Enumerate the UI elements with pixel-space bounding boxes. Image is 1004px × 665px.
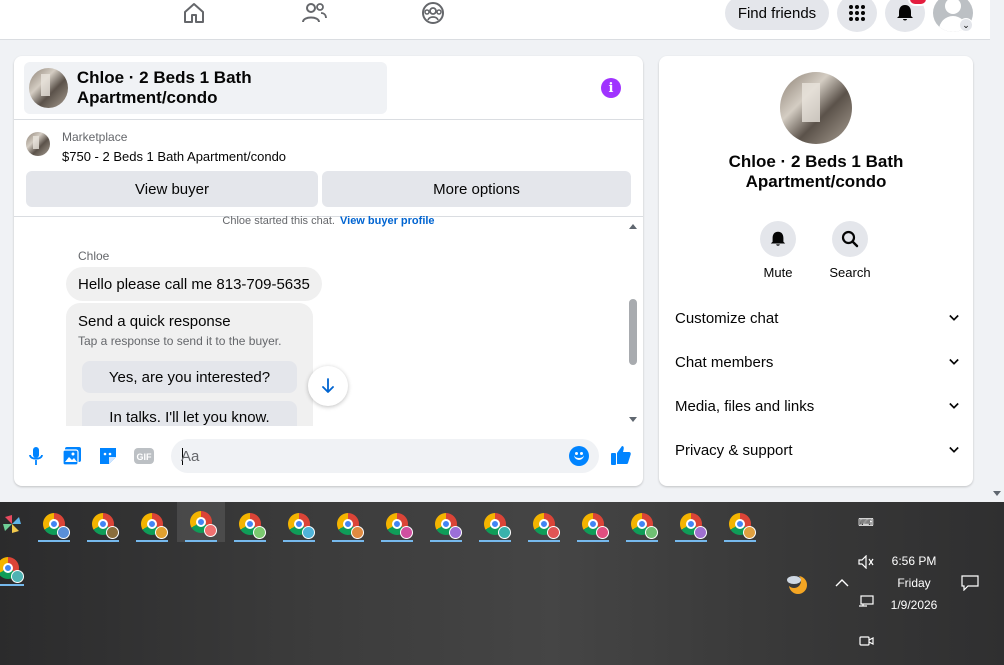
chat-details-panel: Chloe · 2 Beds 1 Bath Apartment/condo Mu…: [659, 56, 973, 486]
listing-source: Marketplace: [62, 130, 128, 144]
search-label: Search: [829, 265, 871, 280]
chevron-down-icon[interactable]: ⌄: [959, 18, 973, 32]
quick-response-option[interactable]: In talks. I'll let you know.: [82, 401, 297, 426]
chrome-icon[interactable]: [475, 506, 515, 542]
chrome-icon[interactable]: [524, 506, 564, 542]
chat-scrollbar[interactable]: [627, 222, 639, 426]
chat-start-text: Chloe started this chat.: [222, 215, 335, 227]
chevron-down-icon: [949, 401, 959, 411]
section-privacy-support[interactable]: Privacy & support: [675, 438, 959, 462]
listing-profile-photo: [780, 72, 852, 144]
notification-center-icon[interactable]: [960, 574, 980, 592]
chevron-down-icon: [949, 357, 959, 367]
message-bubble[interactable]: Hello please call me 813-709-5635: [66, 267, 322, 301]
find-friends-button[interactable]: Find friends: [725, 0, 829, 30]
like-icon[interactable]: [609, 443, 633, 467]
chat-panel: Chloe · 2 Beds 1 Bath Apartment/condo i …: [14, 56, 643, 486]
message-input-container: [171, 439, 599, 473]
chrome-icon[interactable]: [83, 506, 123, 542]
pinwheel-app-icon[interactable]: [0, 506, 32, 542]
chevron-up-icon[interactable]: [832, 574, 852, 592]
network-icon[interactable]: [856, 594, 876, 610]
arrow-down-icon: [322, 378, 334, 393]
groups-icon[interactable]: [419, 0, 447, 26]
chrome-icon[interactable]: [671, 506, 711, 542]
message-input[interactable]: [181, 439, 551, 473]
search-icon: [832, 221, 868, 257]
clock-time[interactable]: 6:56 PM: [880, 554, 948, 568]
listing-title[interactable]: $750 - 2 Beds 1 Bath Apartment/condo: [62, 149, 286, 164]
chrome-icon[interactable]: [328, 506, 368, 542]
chrome-icon[interactable]: [573, 506, 613, 542]
notification-badge: [908, 0, 928, 6]
section-label: Media, files and links: [675, 397, 815, 415]
emoji-icon[interactable]: [569, 446, 589, 466]
chat-header: Chloe · 2 Beds 1 Bath Apartment/condo i: [14, 56, 643, 120]
view-buyer-profile-link[interactable]: View buyer profile: [340, 215, 435, 227]
chevron-down-icon: [949, 313, 959, 323]
section-label: Customize chat: [675, 309, 779, 327]
volume-muted-icon[interactable]: [856, 554, 876, 570]
view-buyer-button[interactable]: View buyer: [26, 171, 318, 207]
microphone-icon[interactable]: [25, 445, 47, 467]
scroll-to-bottom-button[interactable]: [308, 366, 348, 406]
info-icon[interactable]: i: [601, 78, 621, 98]
bell-icon: [760, 221, 796, 257]
sender-name: Chloe: [78, 249, 110, 263]
sticker-icon[interactable]: [97, 445, 119, 467]
chat-start-notice: Chloe started this chat. View buyer prof…: [14, 215, 643, 227]
chrome-icon[interactable]: [426, 506, 466, 542]
chrome-icon[interactable]: [279, 506, 319, 542]
listing-photo: [29, 68, 68, 108]
menu-grid-icon[interactable]: [837, 0, 877, 32]
chrome-icon[interactable]: [377, 506, 417, 542]
section-label: Chat members: [675, 353, 774, 371]
chrome-icon[interactable]: [132, 506, 172, 542]
section-customize-chat[interactable]: Customize chat: [675, 306, 959, 330]
more-options-button[interactable]: More options: [322, 171, 631, 207]
keyboard-status-icon[interactable]: ⌨: [856, 514, 876, 530]
section-chat-members[interactable]: Chat members: [675, 350, 959, 374]
mute-button[interactable]: Mute: [748, 221, 808, 280]
chrome-icon[interactable]: [230, 506, 270, 542]
message-list: Chloe Hello please call me 813-709-5635 …: [14, 231, 643, 426]
weather-icon[interactable]: [784, 572, 810, 596]
meet-now-icon[interactable]: [856, 632, 876, 650]
clock-day[interactable]: Friday: [880, 576, 948, 590]
quick-response-card: Send a quick response Tap a response to …: [66, 303, 313, 426]
section-media-files-links[interactable]: Media, files and links: [675, 394, 959, 418]
chrome-icon[interactable]: [0, 550, 28, 586]
quick-response-title: Send a quick response: [78, 313, 231, 330]
marketplace-listing: Marketplace $750 - 2 Beds 1 Bath Apartme…: [14, 121, 643, 217]
chrome-icon[interactable]: [622, 506, 662, 542]
details-title: Chloe · 2 Beds 1 Bath Apartment/condo: [728, 152, 904, 191]
chat-title: Chloe · 2 Beds 1 Bath Apartment/condo: [76, 68, 252, 107]
top-navigation-bar: Find friends ⌄: [0, 0, 990, 40]
home-icon[interactable]: [180, 0, 208, 26]
friends-icon[interactable]: [300, 0, 328, 26]
message-composer: GIF: [14, 434, 643, 478]
chrome-icon[interactable]: [720, 506, 760, 542]
chrome-icon[interactable]: [34, 506, 74, 542]
photo-icon[interactable]: [61, 445, 83, 467]
clock-date[interactable]: 1/9/2026: [880, 598, 948, 612]
page-scrollbar[interactable]: [990, 0, 1004, 502]
section-label: Privacy & support: [675, 441, 793, 459]
quick-response-subtitle: Tap a response to send it to the buyer.: [78, 334, 282, 348]
windows-taskbar: ⌨ 6:56 PM Friday 1/9/2026: [0, 502, 1004, 665]
chat-title-button[interactable]: Chloe · 2 Beds 1 Bath Apartment/condo: [24, 62, 387, 114]
gif-icon[interactable]: GIF: [133, 445, 155, 467]
quick-response-option[interactable]: Yes, are you interested?: [82, 361, 297, 393]
svg-text:GIF: GIF: [137, 452, 153, 462]
search-button[interactable]: Search: [820, 221, 880, 280]
listing-thumbnail: [26, 132, 50, 156]
mute-label: Mute: [763, 265, 793, 280]
chevron-down-icon: [949, 445, 959, 455]
chrome-icon[interactable]: [177, 502, 225, 542]
